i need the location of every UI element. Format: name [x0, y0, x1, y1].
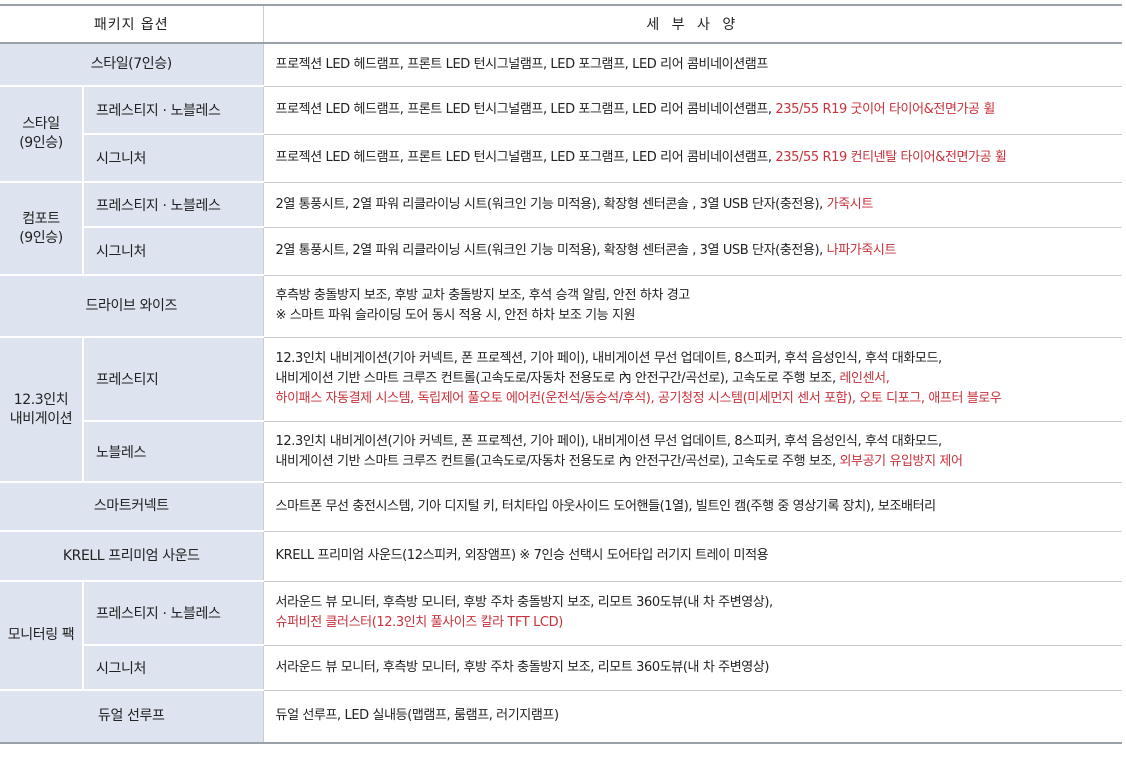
desc-monitoring-signature: 서라운드 뷰 모니터, 후측방 모니터, 후방 주차 충돌방지 보조, 리모트 … — [262, 645, 1123, 691]
category-style-7: 스타일(7인승) — [0, 43, 264, 87]
row-drive-wise: 드라이브 와이즈 후측방 충돌방지 보조, 후방 교차 충돌방지 보조, 후석 … — [0, 275, 1123, 338]
row-navi-noblesse: 노블레스 12.3인치 내비게이션(기아 커넥트, 폰 프로젝션, 기아 페이)… — [0, 421, 1123, 483]
row-style-9-signature: 시그니처 프로젝션 LED 헤드램프, 프론트 LED 턴시그널램프, LED … — [0, 134, 1123, 183]
category-comfort-9-line2: (9인승) — [19, 229, 63, 246]
desc-monitoring-prestige-noblesse: 서라운드 뷰 모니터, 후측방 모니터, 후방 주차 충돌방지 보조, 리모트 … — [262, 581, 1123, 646]
category-style-9-line1: 스타일 — [22, 116, 60, 132]
desc-highlight: 235/55 R19 컨티넨탈 타이어&전면가공 휠 — [775, 150, 1007, 165]
desc-highlight: 가죽시트 — [826, 196, 874, 212]
category-dual-sunroof: 듀얼 선루프 — [0, 690, 264, 744]
header-package-option: 패키지 옵션 — [0, 4, 264, 44]
row-navi-prestige: 12.3인치 내비게이션 프레스티지 12.3인치 내비게이션(기아 커넥트, … — [0, 337, 1123, 483]
desc-smart-connect: 스마트폰 무선 충전시스템, 기아 디지털 키, 터치타입 아웃사이드 도어핸들… — [262, 482, 1123, 532]
category-navi: 12.3인치 내비게이션 — [0, 337, 84, 483]
row-style-9-prestige-noblesse: 스타일 (9인승) 프레스티지 · 노블레스 프로젝션 LED 헤드램프, 프론… — [0, 86, 1123, 183]
desc-style-7: 프로젝션 LED 헤드램프, 프론트 LED 턴시그널램프, LED 포그램프,… — [262, 43, 1123, 87]
category-navi-line2: 내비게이션 — [9, 410, 73, 427]
desc-line1: 서라운드 뷰 모니터, 후측방 모니터, 후방 주차 충돌방지 보조, 리모트 … — [275, 595, 774, 610]
desc-line2: ※ 스마트 파워 슬라이딩 도어 동시 적용 시, 안전 하차 보조 기능 지원 — [275, 308, 636, 323]
desc-line1: 12.3인치 내비게이션(기아 커넥트, 폰 프로젝션, 기아 페이), 내비게… — [275, 351, 943, 366]
row-krell-sound: KRELL 프리미엄 사운드 KRELL 프리미엄 사운드(12스피커, 외장앰… — [0, 531, 1123, 582]
category-drive-wise: 드라이브 와이즈 — [0, 275, 264, 338]
desc-highlight: 235/55 R19 굿이어 타이어&전면가공 휠 — [775, 102, 995, 117]
category-smart-connect: 스마트커넥트 — [0, 482, 264, 532]
desc-style-9-signature: 프로젝션 LED 헤드램프, 프론트 LED 턴시그널램프, LED 포그램프,… — [262, 134, 1123, 183]
header-row: 패키지 옵션 세 부 사 양 — [0, 4, 1123, 44]
desc-navi-prestige: 12.3인치 내비게이션(기아 커넥트, 폰 프로젝션, 기아 페이), 내비게… — [262, 337, 1123, 422]
desc-text: 2열 통풍시트, 2열 파워 리클라이닝 시트(워크인 기능 미적용), 확장형… — [275, 243, 827, 258]
subcategory-style-9-signature: 시그니처 — [83, 134, 264, 183]
desc-text: 내비게이션 기반 스마트 크루즈 컨트롤(고속도로/자동차 전용도로 內 안전구… — [275, 371, 840, 386]
desc-style-9-prestige-noblesse: 프로젝션 LED 헤드램프, 프론트 LED 턴시그널램프, LED 포그램프,… — [262, 86, 1123, 135]
category-comfort-9: 컴포트 (9인승) — [0, 182, 84, 276]
desc-line2-highlight: 슈퍼비전 클러스터(12.3인치 풀사이즈 칼라 TFT LCD) — [275, 615, 564, 630]
desc-text: 프로젝션 LED 헤드램프, 프론트 LED 턴시그널램프, LED 포그램프,… — [275, 102, 776, 117]
subcategory-style-9-prestige-noblesse: 프레스티지 · 노블레스 — [83, 86, 264, 135]
row-monitoring-prestige-noblesse: 모니터링 팩 프레스티지 · 노블레스 서라운드 뷰 모니터, 후측방 모니터,… — [0, 581, 1123, 691]
category-monitoring-pack: 모니터링 팩 — [0, 581, 84, 691]
desc-line2: 내비게이션 기반 스마트 크루즈 컨트롤(고속도로/자동차 전용도로 內 안전구… — [276, 369, 1123, 389]
subcategory-comfort-9-prestige-noblesse: 프레스티지 · 노블레스 — [83, 182, 264, 228]
subcategory-monitoring-signature: 시그니처 — [83, 645, 264, 691]
desc-line1: 12.3인치 내비게이션(기아 커넥트, 폰 프로젝션, 기아 페이), 내비게… — [275, 433, 943, 449]
category-comfort-9-line1: 컴포트 — [22, 210, 60, 227]
desc-line1: 후측방 충돌방지 보조, 후방 교차 충돌방지 보조, 후석 승객 알림, 안전… — [275, 288, 691, 303]
row-smart-connect: 스마트커넥트 스마트폰 무선 충전시스템, 기아 디지털 키, 터치타입 아웃사… — [0, 482, 1123, 532]
desc-drive-wise: 후측방 충돌방지 보조, 후방 교차 충돌방지 보조, 후석 승객 알림, 안전… — [262, 275, 1123, 338]
desc-comfort-9-signature: 2열 통풍시트, 2열 파워 리클라이닝 시트(워크인 기능 미적용), 확장형… — [262, 227, 1123, 276]
subcategory-comfort-9-signature: 시그니처 — [83, 227, 264, 276]
desc-highlight: 레인센서, — [839, 371, 890, 386]
desc-comfort-9-prestige-noblesse: 2열 통풍시트, 2열 파워 리클라이닝 시트(워크인 기능 미적용), 확장형… — [262, 182, 1123, 228]
desc-highlight: 외부공기 유입방지 제어 — [839, 453, 963, 469]
desc-text: 내비게이션 기반 스마트 크루즈 컨트롤(고속도로/자동차 전용도로 內 안전구… — [275, 453, 840, 469]
desc-navi-noblesse: 12.3인치 내비게이션(기아 커넥트, 폰 프로젝션, 기아 페이), 내비게… — [262, 421, 1123, 483]
package-spec-table: 패키지 옵션 세 부 사 양 스타일(7인승) 프로젝션 LED 헤드램프, 프… — [0, 4, 1123, 744]
category-krell-sound: KRELL 프리미엄 사운드 — [0, 531, 264, 582]
desc-text: 2열 통풍시트, 2열 파워 리클라이닝 시트(워크인 기능 미적용), 확장형… — [275, 196, 827, 212]
row-dual-sunroof: 듀얼 선루프 듀얼 선루프, LED 실내등(맵램프, 룸램프, 러기지램프) — [0, 690, 1123, 744]
desc-krell-sound: KRELL 프리미엄 사운드(12스피커, 외장앰프) ※ 7인승 선택시 도어… — [262, 531, 1123, 582]
desc-line2: 내비게이션 기반 스마트 크루즈 컨트롤(고속도로/자동차 전용도로 內 안전구… — [276, 452, 1123, 472]
subcategory-navi-noblesse: 노블레스 — [83, 421, 264, 483]
desc-highlight: 나파가죽시트 — [826, 243, 897, 258]
row-monitoring-signature: 시그니처 서라운드 뷰 모니터, 후측방 모니터, 후방 주차 충돌방지 보조,… — [0, 645, 1123, 691]
category-navi-line1: 12.3인치 — [13, 391, 69, 408]
row-style-7: 스타일(7인승) 프로젝션 LED 헤드램프, 프론트 LED 턴시그널램프, … — [0, 43, 1123, 87]
row-comfort-9-signature: 시그니처 2열 통풍시트, 2열 파워 리클라이닝 시트(워크인 기능 미적용)… — [0, 227, 1123, 276]
desc-dual-sunroof: 듀얼 선루프, LED 실내등(맵램프, 룸램프, 러기지램프) — [262, 690, 1123, 744]
row-comfort-9-prestige-noblesse: 컴포트 (9인승) 프레스티지 · 노블레스 2열 통풍시트, 2열 파워 리클… — [0, 182, 1123, 276]
category-style-9-line2: (9인승) — [19, 135, 63, 151]
header-spec-detail: 세 부 사 양 — [263, 4, 1123, 44]
subcategory-navi-prestige: 프레스티지 — [83, 337, 264, 422]
category-style-9: 스타일 (9인승) — [0, 86, 84, 183]
subcategory-monitoring-prestige-noblesse: 프레스티지 · 노블레스 — [83, 581, 264, 646]
desc-line3-highlight: 하이패스 자동결제 시스템, 독립제어 풀오토 에어컨(운전석/동승석/후석),… — [275, 391, 1002, 406]
desc-text: 프로젝션 LED 헤드램프, 프론트 LED 턴시그널램프, LED 포그램프,… — [275, 150, 776, 165]
